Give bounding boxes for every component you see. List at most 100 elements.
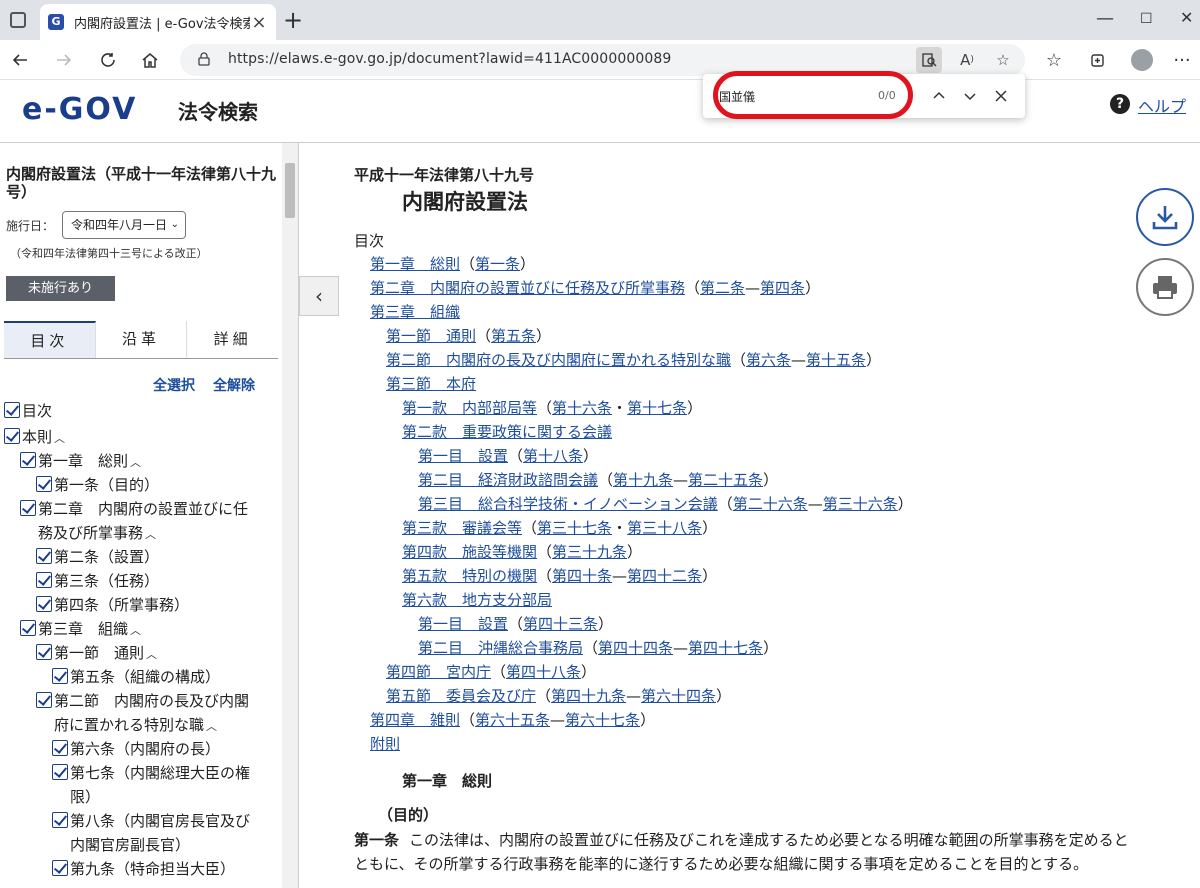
select-all-link[interactable]: 全選択 (153, 375, 195, 395)
main-toc-link[interactable]: 第一節 通則 (386, 327, 476, 345)
toc-item[interactable]: 内閣官房副長官） (70, 833, 190, 857)
toc-item[interactable]: 第九条（特命担当大臣） (52, 857, 235, 881)
main-toc-link[interactable]: 第二章 内閣府の設置並びに任務及び所掌事務 (370, 279, 685, 297)
maximize-icon[interactable]: ☐ (1140, 11, 1153, 27)
toc-item[interactable]: 第二条（設置） (36, 545, 159, 569)
main-toc-link[interactable]: 第二目 沖縄総合事務局 (418, 639, 583, 657)
toc-item[interactable]: 務及び所掌事務 ︿ (38, 521, 156, 547)
window-close-icon[interactable]: ✕ (1180, 8, 1193, 27)
download-button[interactable] (1136, 188, 1194, 246)
article-ref-link[interactable]: 第二十五条 (688, 471, 763, 489)
clear-all-link[interactable]: 全解除 (213, 375, 255, 395)
minimize-icon[interactable]: — (1096, 8, 1114, 29)
forward-icon[interactable] (50, 46, 78, 74)
address-url[interactable]: https://elaws.e-gov.go.jp/document?lawid… (228, 51, 671, 67)
find-previous-icon[interactable] (927, 84, 951, 108)
checkbox[interactable] (36, 476, 52, 492)
article-ref-link[interactable]: 第五条 (491, 327, 536, 345)
article-ref-link[interactable]: 第四十条 (552, 567, 612, 585)
tab-toc[interactable]: 目次 (4, 321, 96, 358)
article-ref-link[interactable]: 第四十九条 (551, 687, 626, 705)
help-icon[interactable]: ? (1110, 94, 1130, 114)
main-toc-link[interactable]: 第一目 設置 (418, 447, 508, 465)
article-ref-link[interactable]: 第四十三条 (523, 615, 598, 633)
favorites-icon[interactable]: ☆ (1040, 46, 1068, 74)
toc-item[interactable]: 目次 (4, 399, 52, 423)
main-toc-link[interactable]: 第三目 総合科学技術・イノベーション会議 (418, 495, 718, 513)
collections-icon[interactable] (1084, 46, 1112, 74)
checkbox[interactable] (52, 860, 68, 876)
checkbox[interactable] (4, 402, 20, 418)
checkbox[interactable] (4, 428, 20, 444)
checkbox[interactable] (20, 620, 36, 636)
toc-item[interactable]: 第一条（目的） (36, 473, 159, 497)
checkbox[interactable] (20, 452, 36, 468)
article-ref-link[interactable]: 第十九条 (613, 471, 673, 489)
find-next-icon[interactable] (958, 84, 982, 108)
toc-item[interactable]: 限） (70, 785, 100, 809)
sidebar-scrollbar-thumb[interactable] (285, 163, 295, 218)
browser-tab[interactable]: G 内閣府設置法 | e-Gov法令検索 × (40, 4, 276, 40)
article-ref-link[interactable]: 第十八条 (523, 447, 583, 465)
toc-item[interactable]: 第一章 総則 ︿ (20, 449, 141, 475)
toc-item[interactable]: 第三章 組織 ︿ (20, 617, 141, 643)
article-ref-link[interactable]: 第四十八条 (506, 663, 581, 681)
add-favorite-icon[interactable]: ☆ (990, 47, 1016, 73)
checkbox[interactable] (52, 668, 68, 684)
toc-item[interactable]: 第六条（内閣府の長） (52, 737, 220, 761)
checkbox[interactable] (52, 740, 68, 756)
article-ref-link[interactable]: 第四条 (760, 279, 805, 297)
effective-date-select[interactable]: 令和四年八月一日 ⌄ (62, 211, 186, 239)
checkbox[interactable] (36, 692, 52, 708)
tab-history[interactable]: 沿革 (96, 321, 188, 358)
article-ref-link[interactable]: 第二条 (700, 279, 745, 297)
toc-item[interactable]: 第五条（組織の構成） (52, 665, 220, 689)
article-ref-link[interactable]: 第三十八条 (627, 519, 702, 537)
read-aloud-icon[interactable]: A) (954, 47, 980, 73)
article-ref-link[interactable]: 第四十二条 (627, 567, 702, 585)
checkbox[interactable] (36, 548, 52, 564)
checkbox[interactable] (20, 500, 36, 516)
toc-item[interactable]: 第三条（任務） (36, 569, 159, 593)
toc-item[interactable]: 第四条（所掌事務） (36, 593, 189, 617)
main-toc-link[interactable]: 第四章 雑則 (370, 711, 460, 729)
main-toc-link[interactable]: 第四節 宮内庁 (386, 663, 491, 681)
checkbox[interactable] (52, 812, 68, 828)
tab-actions-icon[interactable] (10, 12, 26, 28)
address-bar[interactable]: https://elaws.e-gov.go.jp/document?lawid… (180, 44, 1025, 76)
checkbox[interactable] (36, 572, 52, 588)
main-toc-link[interactable]: 第五款 特別の機関 (402, 567, 537, 585)
close-tab-icon[interactable]: × (250, 12, 268, 33)
toc-item[interactable]: 第二節 内閣府の長及び内閣 (36, 689, 249, 713)
article-ref-link[interactable]: 第四十七条 (688, 639, 763, 657)
article-ref-link[interactable]: 第六十四条 (641, 687, 716, 705)
more-menu-icon[interactable]: ··· (1168, 46, 1196, 74)
article-ref-link[interactable]: 第十六条 (552, 399, 612, 417)
toc-item[interactable]: 第二章 内閣府の設置並びに任 (20, 497, 248, 521)
new-tab-icon[interactable]: + (283, 6, 303, 34)
main-toc-link[interactable]: 第二目 経済財政諮問会議 (418, 471, 598, 489)
article-ref-link[interactable]: 第二十六条 (733, 495, 808, 513)
refresh-icon[interactable] (94, 46, 122, 74)
main-toc-link[interactable]: 第三節 本府 (386, 375, 476, 393)
toc-item[interactable]: 本則 ︿ (4, 425, 65, 451)
checkbox[interactable] (36, 644, 52, 660)
back-icon[interactable] (6, 46, 34, 74)
find-close-icon[interactable] (989, 84, 1013, 108)
main-toc-link[interactable]: 第三款 審議会等 (402, 519, 522, 537)
article-ref-link[interactable]: 第六十五条 (475, 711, 550, 729)
not-yet-effective-button[interactable]: 未施行あり (6, 276, 115, 301)
lock-icon[interactable] (198, 52, 210, 66)
egov-logo[interactable]: e-GOV (22, 92, 137, 127)
article-ref-link[interactable]: 第六条 (746, 351, 791, 369)
article-ref-link[interactable]: 第一条 (475, 255, 520, 273)
main-toc-link[interactable]: 第三章 組織 (370, 303, 460, 321)
main-toc-link[interactable]: 第六款 地方支分部局 (402, 591, 552, 609)
main-toc-link[interactable]: 附則 (370, 735, 400, 753)
collapse-sidebar-button[interactable]: ‹ (299, 276, 339, 316)
article-ref-link[interactable]: 第三十七条 (537, 519, 612, 537)
article-ref-link[interactable]: 第六十七条 (565, 711, 640, 729)
toc-item[interactable]: 府に置かれる特別な職 ︿ (54, 713, 217, 739)
toc-item[interactable]: 第七条（内閣総理大臣の権 (52, 761, 250, 785)
sidebar-scrollbar[interactable] (282, 143, 298, 888)
